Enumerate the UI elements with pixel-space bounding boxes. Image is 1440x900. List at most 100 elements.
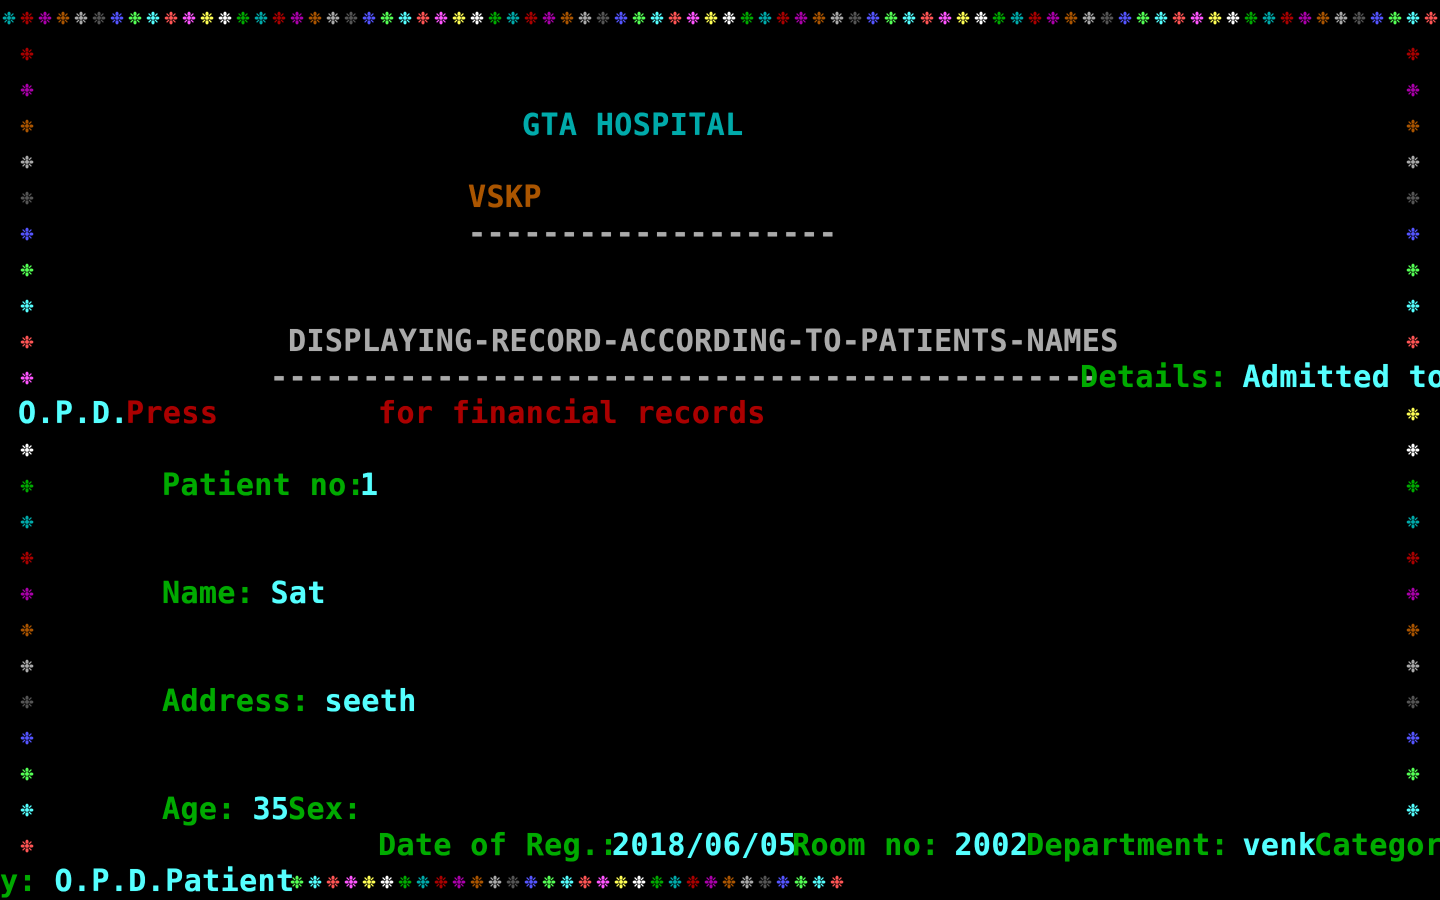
- border-glyph-icon: ❉: [560, 869, 574, 894]
- border-glyph-icon: ❉: [668, 869, 682, 894]
- date-value: 2018/06/05: [612, 828, 797, 863]
- sex-label: Sex:: [288, 792, 362, 827]
- border-glyph-icon: ❉: [20, 761, 34, 786]
- border-glyph-icon: ❉: [1406, 581, 1420, 606]
- border-glyph-icon: ❉: [776, 869, 790, 894]
- border-glyph-icon: ❉: [380, 869, 394, 894]
- border-glyph-icon: ❉: [20, 437, 34, 462]
- border-glyph-icon: ❉: [992, 5, 1006, 30]
- view-title: DISPLAYING-RECORD-ACCORDING-TO-PATIENTS-…: [288, 324, 1119, 359]
- border-glyph-icon: ❉: [434, 5, 448, 30]
- border-glyph-icon: ❉: [326, 5, 340, 30]
- border-glyph-icon: ❉: [488, 5, 502, 30]
- border-glyph-icon: ❉: [884, 5, 898, 30]
- border-glyph-icon: ❉: [794, 5, 808, 30]
- border-glyph-icon: ❉: [1298, 5, 1312, 30]
- border-glyph-icon: ❉: [272, 5, 286, 30]
- border-glyph-icon: ❉: [452, 5, 466, 30]
- age-value: 35: [234, 792, 290, 827]
- border-glyph-icon: ❉: [20, 41, 34, 66]
- border-glyph-icon: ❉: [1064, 5, 1078, 30]
- border-glyph-icon: ❉: [920, 5, 934, 30]
- border-glyph-icon: ❉: [1406, 689, 1420, 714]
- border-glyph-icon: ❉: [398, 869, 412, 894]
- border-glyph-icon: ❉: [722, 5, 736, 30]
- border-glyph-icon: ❉: [740, 5, 754, 30]
- border-glyph-icon: ❉: [20, 581, 34, 606]
- border-glyph-icon: ❉: [362, 5, 376, 30]
- border-glyph-icon: ❉: [1406, 437, 1420, 462]
- border-glyph-icon: ❉: [20, 257, 34, 282]
- border-glyph-icon: ❉: [20, 653, 34, 678]
- border-glyph-icon: ❉: [596, 5, 610, 30]
- border-glyph-icon: ❉: [686, 869, 700, 894]
- border-glyph-icon: ❉: [20, 5, 34, 30]
- border-glyph-icon: ❉: [614, 5, 628, 30]
- border-glyph-icon: ❉: [1424, 5, 1438, 30]
- border-glyph-icon: ❉: [1406, 221, 1420, 246]
- border-glyph-icon: ❉: [398, 5, 412, 30]
- date-label: Date of Reg.:: [378, 828, 618, 863]
- border-glyph-icon: ❉: [578, 5, 592, 30]
- border-glyph-icon: ❉: [614, 869, 628, 894]
- border-glyph-icon: ❉: [488, 869, 502, 894]
- border-glyph-icon: ❉: [1262, 5, 1276, 30]
- border-glyph-icon: ❉: [1406, 761, 1420, 786]
- border-glyph-icon: ❉: [452, 869, 466, 894]
- border-glyph-icon: ❉: [758, 869, 772, 894]
- border-glyph-icon: ❉: [1406, 725, 1420, 750]
- border-glyph-icon: ❉: [1172, 5, 1186, 30]
- border-glyph-icon: ❉: [578, 869, 592, 894]
- border-glyph-icon: ❉: [308, 869, 322, 894]
- border-glyph-icon: ❉: [128, 5, 142, 30]
- patient-no-label: Patient no:: [162, 468, 366, 503]
- patient-no-value: 1: [360, 468, 379, 503]
- border-glyph-icon: ❉: [1370, 5, 1384, 30]
- border-glyph-icon: ❉: [1334, 5, 1348, 30]
- border-glyph-icon: ❉: [344, 5, 358, 30]
- border-glyph-icon: ❉: [74, 5, 88, 30]
- border-glyph-icon: ❉: [956, 5, 970, 30]
- border-glyph-icon: ❉: [1352, 5, 1366, 30]
- border-glyph-icon: ❉: [326, 869, 340, 894]
- border-glyph-icon: ❉: [1010, 5, 1024, 30]
- name-label: Name:: [162, 576, 255, 611]
- category-label-wrap: y:: [0, 864, 37, 899]
- border-glyph-icon: ❉: [1388, 5, 1402, 30]
- border-glyph-icon: ❉: [56, 5, 70, 30]
- border-glyph-icon: ❉: [848, 5, 862, 30]
- details-value-wrap: O.P.D.: [18, 396, 129, 431]
- room-label: Room no:: [792, 828, 940, 863]
- border-glyph-icon: ❉: [1046, 5, 1060, 30]
- border-glyph-icon: ❉: [308, 5, 322, 30]
- border-glyph-icon: ❉: [794, 869, 808, 894]
- border-glyph-icon: ❉: [1406, 329, 1420, 354]
- border-glyph-icon: ❉: [470, 869, 484, 894]
- border-glyph-icon: ❉: [20, 725, 34, 750]
- border-glyph-icon: ❉: [560, 5, 574, 30]
- header-underline: --------------------: [468, 216, 838, 251]
- border-glyph-icon: ❉: [542, 869, 556, 894]
- border-glyph-icon: ❉: [722, 869, 736, 894]
- border-glyph-icon: ❉: [866, 5, 880, 30]
- border-glyph-icon: ❉: [38, 5, 52, 30]
- financial-records-prompt: for financial records: [378, 396, 766, 431]
- border-glyph-icon: ❉: [1406, 473, 1420, 498]
- border-glyph-icon: ❉: [20, 689, 34, 714]
- border-glyph-icon: ❉: [20, 545, 34, 570]
- border-glyph-icon: ❉: [830, 5, 844, 30]
- border-glyph-icon: ❉: [20, 149, 34, 174]
- hospital-name: GTA HOSPITAL: [522, 108, 744, 143]
- border-glyph-icon: ❉: [20, 113, 34, 138]
- border-glyph-icon: ❉: [416, 5, 430, 30]
- border-glyph-icon: ❉: [830, 869, 844, 894]
- border-glyph-icon: ❉: [20, 77, 34, 102]
- border-glyph-icon: ❉: [506, 869, 520, 894]
- border-glyph-icon: ❉: [1406, 149, 1420, 174]
- border-glyph-icon: ❉: [20, 473, 34, 498]
- border-glyph-icon: ❉: [812, 5, 826, 30]
- border-glyph-icon: ❉: [542, 5, 556, 30]
- border-glyph-icon: ❉: [1190, 5, 1204, 30]
- border-glyph-icon: ❉: [1406, 653, 1420, 678]
- border-glyph-icon: ❉: [1136, 5, 1150, 30]
